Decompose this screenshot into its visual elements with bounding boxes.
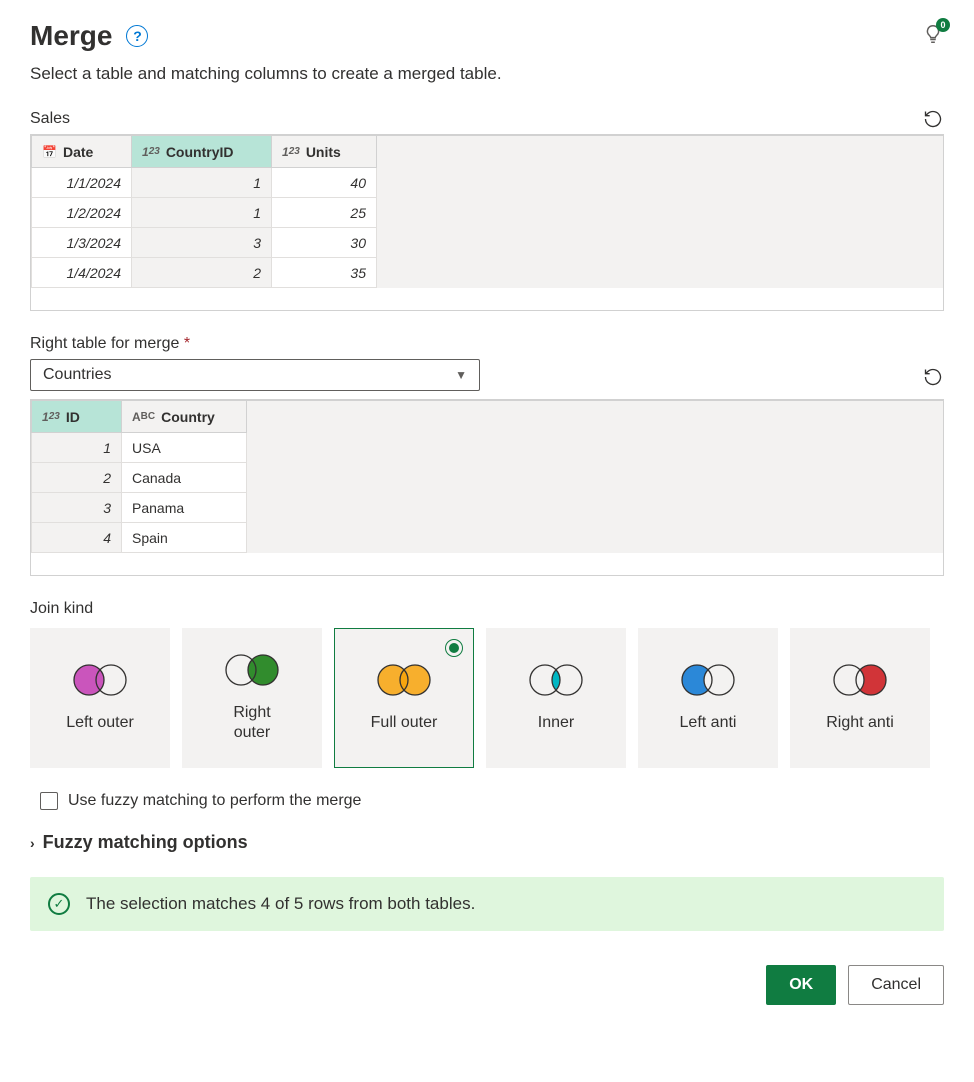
join-kind-label: Rightouter (233, 703, 270, 743)
join-kind-label: Full outer (371, 713, 438, 733)
dialog-subtitle: Select a table and matching columns to c… (30, 64, 944, 84)
fuzzy-matching-checkbox[interactable] (40, 792, 58, 810)
fuzzy-matching-label: Use fuzzy matching to perform the merge (68, 792, 361, 810)
table-cell[interactable]: 1/2/2024 (32, 198, 132, 228)
right-table-field-label: Right table for merge (30, 335, 179, 352)
table-cell[interactable]: 35 (272, 258, 377, 288)
table-cell[interactable]: 40 (272, 168, 377, 198)
column-header[interactable]: 📅Date (32, 136, 132, 168)
join-kind-option[interactable]: Left anti (638, 628, 778, 768)
join-kind-label: Left anti (680, 713, 737, 733)
table-cell[interactable]: 2 (32, 463, 122, 493)
success-icon: ✓ (48, 893, 70, 915)
join-kind-label: Join kind (30, 600, 944, 618)
table-cell[interactable]: 25 (272, 198, 377, 228)
fuzzy-options-toggle[interactable]: › Fuzzy matching options (30, 832, 944, 853)
match-status-text: The selection matches 4 of 5 rows from b… (86, 894, 475, 914)
join-kind-label: Right anti (826, 713, 894, 733)
table-cell[interactable]: 30 (272, 228, 377, 258)
table-cell[interactable]: Spain (122, 523, 247, 553)
right-table-dropdown[interactable]: Countries ▼ (30, 359, 480, 391)
table-cell[interactable]: 1/3/2024 (32, 228, 132, 258)
table-cell[interactable]: 1 (132, 168, 272, 198)
join-kind-label: Inner (538, 713, 574, 733)
ok-button[interactable]: OK (766, 965, 836, 1005)
suggestions-count-badge: 0 (936, 18, 950, 32)
table-cell[interactable]: 1 (132, 198, 272, 228)
table-cell[interactable]: Panama (122, 493, 247, 523)
table-cell[interactable]: Canada (122, 463, 247, 493)
join-kind-option[interactable]: Rightouter (182, 628, 322, 768)
table-cell[interactable]: 3 (32, 493, 122, 523)
table-cell[interactable]: 2 (132, 258, 272, 288)
table-cell[interactable]: 4 (32, 523, 122, 553)
refresh-left-icon[interactable] (922, 108, 944, 130)
match-status: ✓ The selection matches 4 of 5 rows from… (30, 877, 944, 931)
chevron-right-icon: › (30, 835, 35, 851)
column-header[interactable]: 123ID (32, 401, 122, 433)
join-kind-option[interactable]: Right anti (790, 628, 930, 768)
left-table-name: Sales (30, 110, 70, 128)
join-kind-option[interactable]: Full outer (334, 628, 474, 768)
left-table-preview: 📅Date123CountryID123Units 1/1/2024140 1/2/… (30, 134, 944, 311)
refresh-right-icon[interactable] (922, 366, 944, 388)
table-cell[interactable]: USA (122, 433, 247, 463)
column-header[interactable]: 123Units (272, 136, 377, 168)
chevron-down-icon: ▼ (455, 368, 467, 382)
table-cell[interactable]: 1/1/2024 (32, 168, 132, 198)
join-kind-option[interactable]: Left outer (30, 628, 170, 768)
dialog-title: Merge (30, 20, 112, 52)
right-table-preview: 123IDABCCountry1USA2Canada3Panama4Spain (30, 399, 944, 576)
required-indicator: * (184, 335, 190, 352)
join-kind-option[interactable]: Inner (486, 628, 626, 768)
table-cell[interactable]: 3 (132, 228, 272, 258)
suggestions-icon[interactable]: 0 (922, 23, 944, 50)
fuzzy-options-label: Fuzzy matching options (43, 832, 248, 853)
radio-indicator (445, 639, 463, 657)
help-icon[interactable]: ? (126, 25, 148, 47)
table-cell[interactable]: 1 (32, 433, 122, 463)
join-kind-label: Left outer (66, 713, 134, 733)
right-table-dropdown-value: Countries (43, 366, 111, 384)
table-cell[interactable]: 1/4/2024 (32, 258, 132, 288)
cancel-button[interactable]: Cancel (848, 965, 944, 1005)
column-header[interactable]: ABCCountry (122, 401, 247, 433)
column-header[interactable]: 123CountryID (132, 136, 272, 168)
